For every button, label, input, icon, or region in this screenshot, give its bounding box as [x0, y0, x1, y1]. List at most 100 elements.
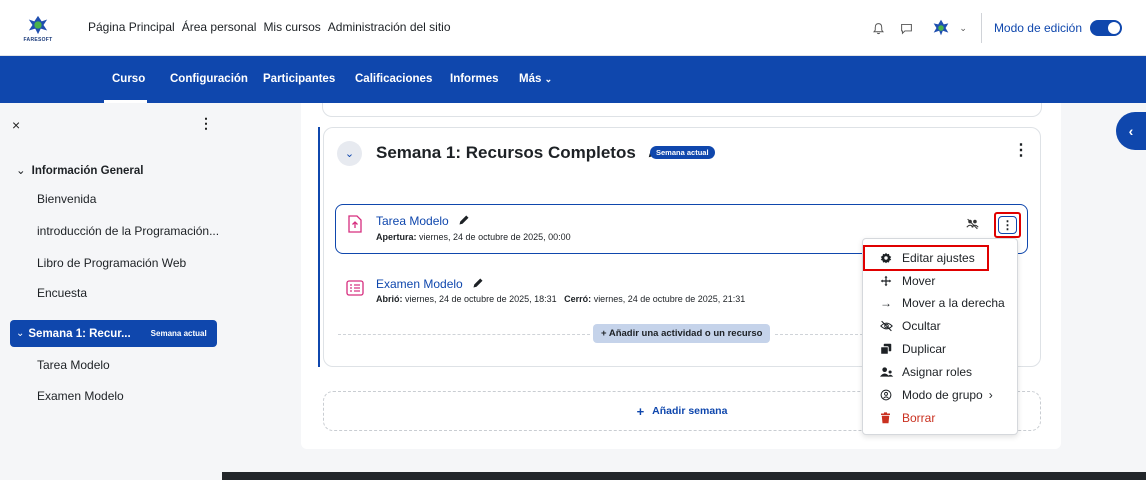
divider [980, 13, 982, 43]
faresoft-logo-icon [28, 15, 48, 34]
tab-participants[interactable]: Participantes [263, 73, 335, 85]
menu-item-move-right[interactable]: → Mover a la derecha [863, 292, 1019, 314]
activity-dates: Apertura: viernes, 24 de octubre de 2025… [376, 232, 571, 242]
tab-reports[interactable]: Informes [450, 73, 499, 85]
section-title: Semana 1: Recursos Completos [376, 143, 661, 164]
plus-icon: + [636, 403, 645, 419]
menu-item-label: Editar ajustes [902, 251, 975, 265]
copy-icon [880, 343, 902, 355]
menu-item-label: Mover a la derecha [902, 296, 1005, 310]
chevron-down-icon: ⌄ [16, 165, 26, 177]
menu-item-label: Duplicar [902, 342, 947, 356]
current-section-indicator [318, 127, 320, 367]
eye-slash-icon [880, 320, 902, 332]
block-drawer-toggle[interactable]: ‹ [1116, 112, 1146, 150]
avatar [927, 14, 955, 42]
divider [775, 334, 863, 335]
tab-grades[interactable]: Calificaciones [355, 73, 432, 85]
add-week-label: Añadir semana [652, 405, 728, 417]
activity-actions-kebab-icon[interactable]: ⋮ [998, 216, 1017, 234]
sidebar-section-week1[interactable]: ⌄ Semana 1: Recur... Semana actual [10, 320, 217, 347]
sidebar-section-general[interactable]: ⌄ Información General [16, 163, 143, 177]
quiz-icon [346, 279, 364, 297]
user-menu[interactable]: ⌄ [927, 14, 967, 42]
tab-course[interactable]: Curso [112, 73, 145, 85]
activity-name-text: Examen Modelo [376, 277, 463, 291]
edit-mode-label: Modo de edición [993, 21, 1082, 35]
assignment-upload-icon [346, 215, 364, 233]
section-collapse-button[interactable]: ⌄ [337, 141, 362, 166]
menu-item-label: Modo de grupo [902, 388, 983, 402]
tab-more[interactable]: Más ⌄ [519, 73, 552, 85]
menu-item-assign-roles[interactable]: Asignar roles [863, 361, 1019, 383]
activity-name[interactable]: Tarea Modelo [376, 214, 470, 229]
sidebar-item-libro[interactable]: Libro de Programación Web [37, 256, 186, 270]
edit-mode-toggle[interactable] [1090, 20, 1122, 36]
activity-actions-highlight: ⋮ [994, 212, 1021, 238]
date-label: Apertura: [376, 232, 417, 242]
activity-name-text: Tarea Modelo [376, 214, 449, 228]
previous-section-edge [322, 103, 1042, 117]
tab-more-label: Más [519, 73, 542, 85]
user-controls: ⌄ Modo de edición [867, 0, 1146, 56]
nav-dashboard[interactable]: Área personal [182, 20, 257, 34]
nav-home[interactable]: Página Principal [88, 20, 175, 34]
sidebar-item-encuesta[interactable]: Encuesta [37, 286, 87, 300]
nav-site-admin[interactable]: Administración del sitio [328, 20, 451, 34]
sidebar-item-intro[interactable]: introducción de la Programación... [37, 224, 219, 238]
chat-icon[interactable] [895, 17, 917, 39]
chevron-down-icon: ⌄ [344, 148, 355, 160]
group-mode-indicator-icon[interactable] [966, 218, 979, 233]
logo-text: FARESOFT [23, 36, 53, 43]
menu-item-label: Borrar [902, 411, 936, 425]
kebab-icon[interactable]: ⋮ [199, 115, 213, 132]
course-secondary-navigation: Curso Configuración Participantes Califi… [0, 56, 1146, 103]
divider [338, 334, 590, 335]
date-label: Cerró: [564, 294, 592, 304]
date-value: viernes, 24 de octubre de 2025, 18:31 [405, 294, 557, 304]
section-actions-kebab-icon[interactable]: ⋮ [1013, 140, 1029, 160]
sidebar-section-title: Semana 1: Recur... [28, 327, 131, 340]
users-icon [880, 366, 902, 378]
menu-item-delete[interactable]: Borrar [863, 407, 1019, 429]
sidebar-item-tarea[interactable]: Tarea Modelo [37, 358, 110, 372]
sidebar-item-examen[interactable]: Examen Modelo [37, 389, 124, 403]
activity-dates: Abrió: viernes, 24 de octubre de 2025, 1… [376, 294, 745, 304]
close-icon[interactable]: × [12, 117, 20, 133]
trash-icon [880, 412, 902, 424]
bell-icon[interactable] [867, 17, 889, 39]
chevron-down-icon: ⌄ [16, 328, 25, 339]
date-value: viernes, 24 de octubre de 2025, 21:31 [593, 294, 746, 304]
course-index-drawer: × ⋮ ⌄ Información General Bienvenida intr… [0, 103, 230, 480]
pencil-icon[interactable] [458, 214, 470, 229]
menu-item-move[interactable]: Mover [863, 270, 1019, 292]
tab-settings[interactable]: Configuración [170, 73, 248, 85]
edit-mode-control: Modo de edición [994, 20, 1122, 36]
move-icon [880, 275, 902, 287]
top-navbar: FARESOFT Página Principal Área personal … [0, 0, 1146, 56]
section-title-text: Semana 1: Recursos Completos [376, 143, 636, 162]
menu-item-group-mode[interactable]: Modo de grupo › [863, 384, 1019, 406]
chevron-down-icon: ⌄ [544, 74, 553, 84]
menu-item-hide[interactable]: Ocultar [863, 315, 1019, 337]
footer [222, 472, 1146, 480]
pencil-icon[interactable] [472, 277, 484, 292]
site-logo[interactable]: FARESOFT [18, 8, 58, 48]
sidebar-item-bienvenida[interactable]: Bienvenida [37, 192, 96, 206]
menu-item-edit-settings[interactable]: Editar ajustes [863, 245, 989, 271]
arrow-right-icon: → [880, 296, 892, 310]
chevron-left-icon: ‹ [1128, 123, 1134, 139]
activity-actions-menu: Editar ajustes Mover → Mover a la derech… [862, 238, 1018, 435]
date-value: viernes, 24 de octubre de 2025, 00:00 [419, 232, 571, 242]
menu-item-label: Mover [902, 274, 936, 288]
chevron-down-icon: ⌄ [959, 22, 967, 33]
status-badge: Semana actual [150, 329, 207, 338]
primary-navigation: Página Principal Área personal Mis curso… [88, 20, 451, 34]
activity-name[interactable]: Examen Modelo [376, 277, 484, 292]
nav-my-courses[interactable]: Mis cursos [263, 20, 320, 34]
sidebar-section-title: Información General [31, 165, 144, 177]
add-activity-button[interactable]: + Añadir una actividad o un recurso [593, 324, 771, 343]
group-mode-icon [880, 389, 902, 401]
menu-item-duplicate[interactable]: Duplicar [863, 338, 1019, 360]
status-badge: Semana actual [650, 146, 715, 159]
